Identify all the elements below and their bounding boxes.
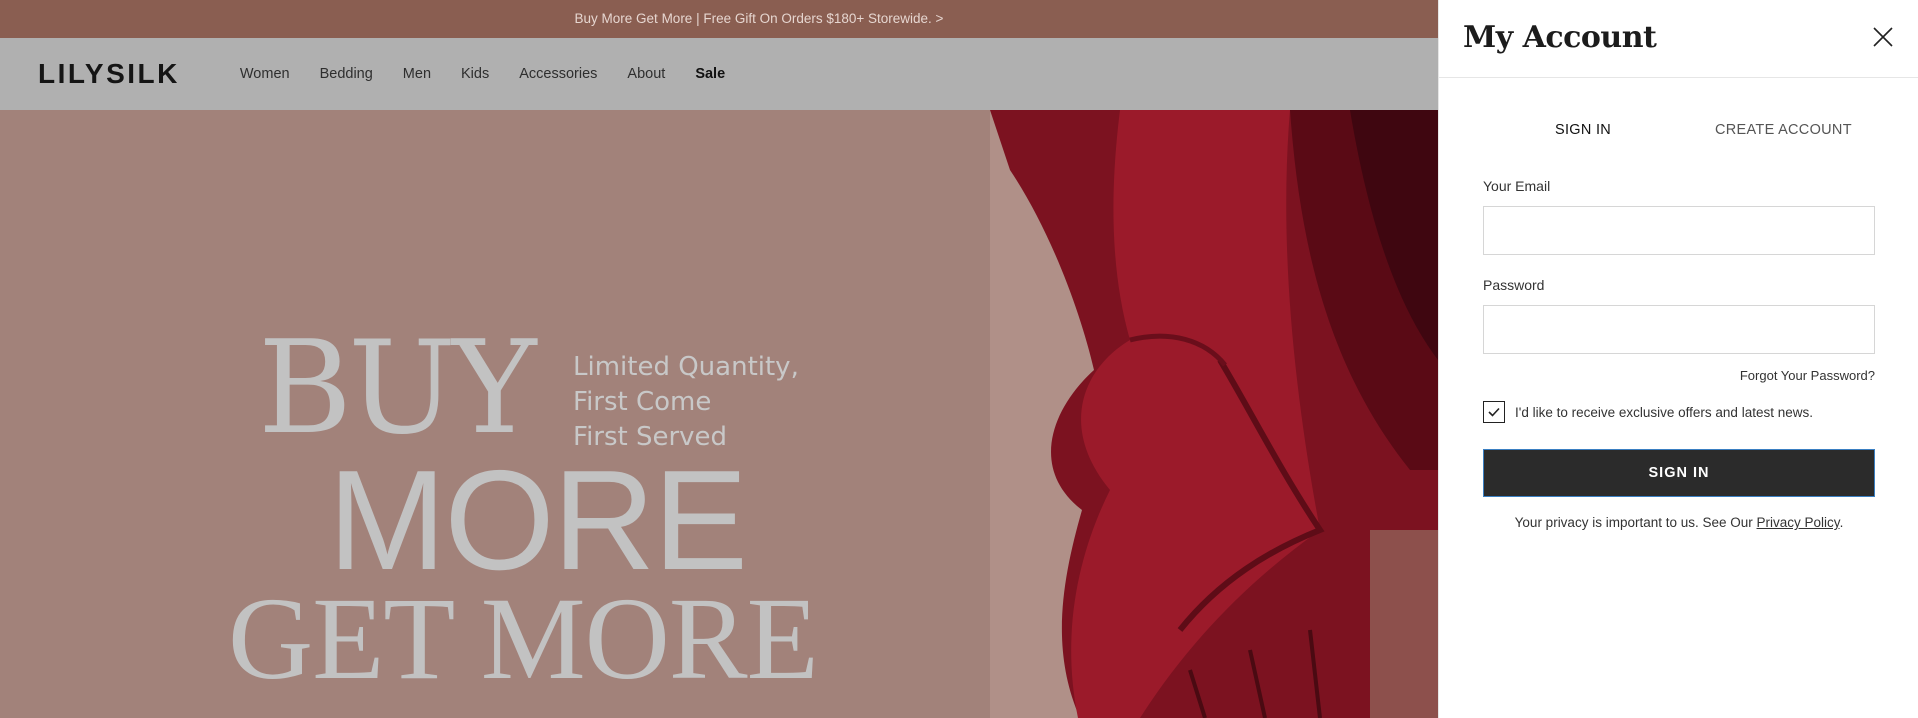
offers-checkbox[interactable] xyxy=(1483,401,1505,423)
account-drawer: My Account SIGN IN CREATE ACCOUNT Your E… xyxy=(1438,0,1918,718)
hero-banner[interactable]: BUY MORE GET MORE Limited Quantity, Firs… xyxy=(0,110,1438,718)
site-logo[interactable]: LILYSILK xyxy=(38,58,180,90)
page-background: BUY MORE GET MORE Limited Quantity, Firs… xyxy=(0,0,1438,718)
nav-women[interactable]: Women xyxy=(240,66,290,82)
privacy-text: Your privacy is important to us. See Our xyxy=(1514,515,1757,530)
nav-sale[interactable]: Sale xyxy=(695,66,725,82)
tab-create-account[interactable]: CREATE ACCOUNT xyxy=(1715,122,1852,138)
nav-men[interactable]: Men xyxy=(403,66,431,82)
drawer-header: My Account xyxy=(1439,0,1918,78)
hero-headline-more: MORE xyxy=(328,441,748,600)
password-label: Password xyxy=(1483,277,1545,293)
sign-in-form: Your Email Password Forgot Your Password… xyxy=(1483,178,1875,530)
hero-tagline: Limited Quantity, First Come First Serve… xyxy=(573,350,799,455)
email-field[interactable] xyxy=(1483,206,1875,255)
check-icon xyxy=(1488,407,1500,417)
nav-bedding[interactable]: Bedding xyxy=(320,66,373,82)
email-label: Your Email xyxy=(1483,178,1551,194)
hero-headline-get-more: GET MORE xyxy=(228,573,819,704)
close-icon[interactable] xyxy=(1872,26,1894,48)
nav-accessories[interactable]: Accessories xyxy=(519,66,597,82)
account-tabs: SIGN IN CREATE ACCOUNT xyxy=(1483,122,1875,146)
site-header: LILYSILK Women Bedding Men Kids Accessor… xyxy=(0,38,1438,110)
sign-in-button[interactable]: SIGN IN xyxy=(1483,449,1875,497)
main-nav: Women Bedding Men Kids Accessories About… xyxy=(240,66,755,82)
drawer-title: My Account xyxy=(1463,20,1657,55)
nav-kids[interactable]: Kids xyxy=(461,66,489,82)
tab-sign-in[interactable]: SIGN IN xyxy=(1555,122,1611,138)
privacy-note: Your privacy is important to us. See Our… xyxy=(1483,515,1875,530)
privacy-end: . xyxy=(1839,515,1844,530)
offers-opt-in: I'd like to receive exclusive offers and… xyxy=(1483,401,1875,423)
offers-label: I'd like to receive exclusive offers and… xyxy=(1515,404,1813,420)
hero-cloth-image xyxy=(990,110,1438,718)
privacy-policy-link[interactable]: Privacy Policy xyxy=(1757,515,1840,530)
hero-tagline-line3: First Served xyxy=(573,422,728,452)
password-field[interactable] xyxy=(1483,305,1875,354)
hero-tagline-line1: Limited Quantity, xyxy=(573,352,799,382)
nav-about[interactable]: About xyxy=(627,66,665,82)
hero-headline-buy: BUY xyxy=(258,314,536,463)
hero-tagline-line2: First Come xyxy=(573,387,712,417)
forgot-password-link[interactable]: Forgot Your Password? xyxy=(1483,368,1875,383)
promo-text[interactable]: Buy More Get More | Free Gift On Orders … xyxy=(575,11,944,26)
